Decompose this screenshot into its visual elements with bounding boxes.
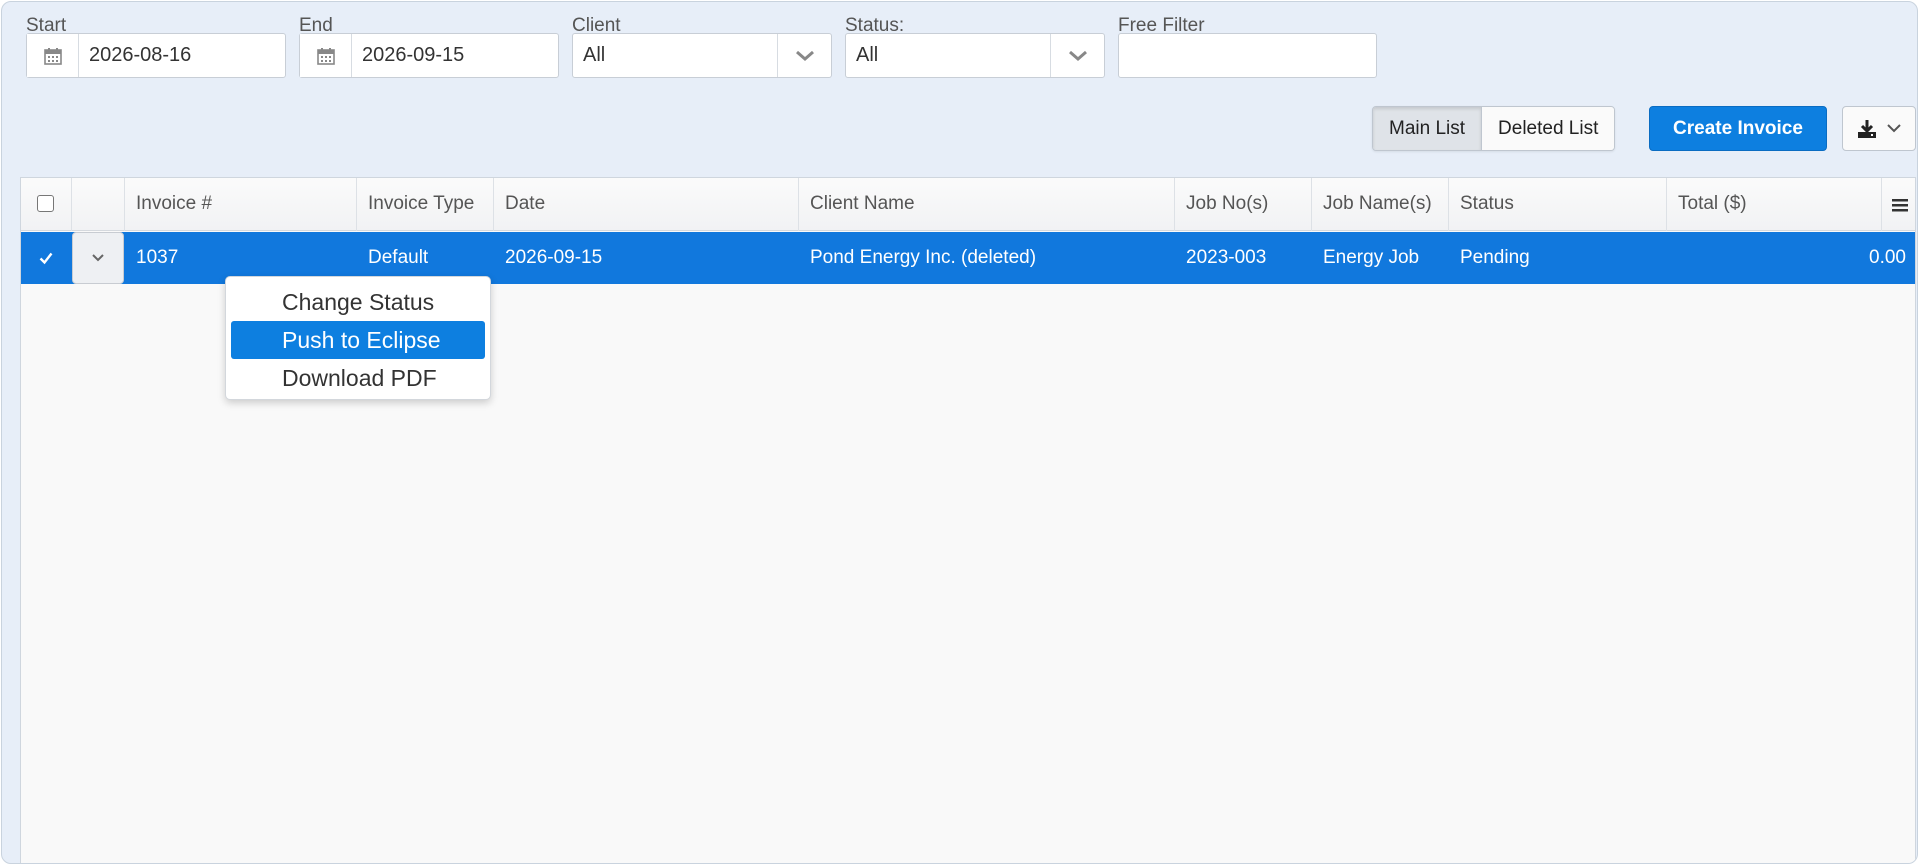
list-toggle: Main List Deleted List [1372,106,1616,151]
row-actions-button[interactable] [72,232,124,284]
column-job-no[interactable]: Job No(s) [1175,178,1312,231]
download-icon [1858,119,1876,138]
column-invoice-type[interactable]: Invoice Type [357,178,494,231]
actions-column-header [72,178,125,231]
column-job-name[interactable]: Job Name(s) [1312,178,1449,231]
menu-item-push-to-eclipse[interactable]: Push to Eclipse [231,321,485,359]
status-select[interactable]: All [845,33,1105,78]
cell-date: 2026-09-15 [505,247,603,268]
cell-job-name: Energy Job [1323,247,1420,268]
column-invoice-number[interactable]: Invoice # [125,178,357,231]
main-list-button[interactable]: Main List [1373,107,1482,150]
table-header: Invoice # Invoice Type Date Client Name … [21,178,1915,231]
export-button[interactable] [1842,106,1916,151]
invoice-list-panel: Start 2026-08-16 End 2026-09-15 Client A… [1,1,1918,864]
chevron-down-icon[interactable] [777,34,831,77]
calendar-icon[interactable] [300,34,352,77]
cell-client-name: Pond Energy Inc. (deleted) [810,247,1037,268]
client-select[interactable]: All [572,33,832,78]
column-client-name[interactable]: Client Name [799,178,1175,231]
column-date[interactable]: Date [494,178,799,231]
chevron-down-icon [1887,124,1901,133]
menu-item-change-status[interactable]: Change Status [231,283,485,321]
column-menu-icon[interactable] [1882,178,1917,231]
calendar-icon[interactable] [27,34,79,77]
cell-total: 0.00 [1869,247,1906,268]
client-select-value[interactable]: All [573,44,777,67]
menu-item-download-pdf[interactable]: Download PDF [231,359,485,397]
column-total[interactable]: Total ($) [1667,178,1882,231]
row-select-cell[interactable] [21,232,72,284]
chevron-down-icon [92,254,104,262]
end-date-value[interactable]: 2026-09-15 [352,44,558,67]
check-icon[interactable] [39,251,53,265]
cell-status: Pending [1460,247,1530,268]
row-actions-menu: Change Status Push to Eclipse Download P… [225,276,491,400]
chevron-down-icon[interactable] [1050,34,1104,77]
deleted-list-button[interactable]: Deleted List [1481,107,1615,150]
free-filter-input[interactable] [1118,33,1377,78]
select-all-checkbox[interactable] [37,195,54,212]
end-date-field[interactable]: 2026-09-15 [299,33,559,78]
select-all-cell [21,178,72,231]
start-date-field[interactable]: 2026-08-16 [26,33,286,78]
start-date-value[interactable]: 2026-08-16 [79,44,285,67]
status-select-value[interactable]: All [846,44,1050,67]
create-invoice-button[interactable]: Create Invoice [1649,106,1827,151]
cell-job-no: 2023-003 [1186,247,1267,268]
column-status[interactable]: Status [1449,178,1667,231]
